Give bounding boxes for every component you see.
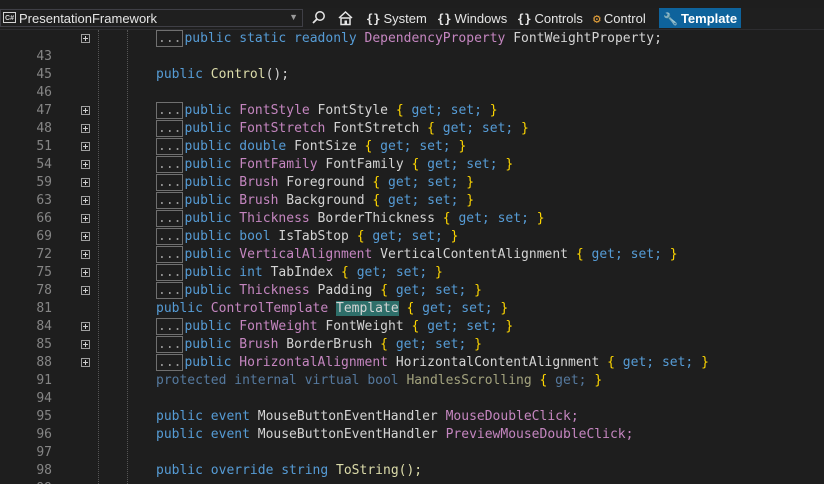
highlighted-symbol: Template	[336, 301, 399, 316]
code-text: public ControlTemplate Template { get; s…	[156, 301, 509, 316]
code-text: ... public FontFamily FontFamily { get; s…	[156, 156, 514, 173]
code-text: ... public Thickness Padding { get; set; …	[156, 282, 482, 299]
code-line: 48 ... public FontStyle FontStyle { get; …	[0, 102, 824, 136]
expand-icon[interactable]	[81, 286, 90, 295]
code-line: 45	[0, 48, 824, 82]
code-line: 69 ... public Thickness BorderThickness {…	[0, 210, 824, 244]
code-line: 85 ... public FontWeight FontWeight { get…	[0, 318, 824, 352]
collapsed-region[interactable]: ...	[156, 174, 184, 191]
project-dropdown[interactable]: C# PresentationFramework ▼	[0, 9, 303, 27]
expand-icon[interactable]	[81, 268, 90, 277]
code-line: 99 public override string ToString();	[0, 462, 824, 484]
breadcrumb-system[interactable]: {} System	[366, 9, 427, 28]
collapsed-region[interactable]: ...	[156, 210, 184, 227]
collapsed-region[interactable]: ...	[156, 282, 184, 299]
code-text: ... public HorizontalAlignment Horizontal…	[156, 354, 709, 371]
code-text: protected internal virtual bool HandlesS…	[156, 373, 603, 388]
code-text: public event MouseButtonEventHandler Mou…	[156, 409, 579, 424]
code-line: 88 ... public Brush BorderBrush { get; se…	[0, 336, 824, 370]
code-text: ... public FontWeight FontWeight { get; s…	[156, 318, 514, 335]
code-text: ... public Brush Background { get; set; }	[156, 192, 475, 209]
breadcrumb-controls[interactable]: {} Controls	[517, 9, 583, 28]
search-icon[interactable]	[311, 9, 327, 28]
collapsed-region[interactable]: ...	[156, 120, 184, 137]
code-text: ... public Thickness BorderThickness { ge…	[156, 210, 545, 227]
project-name: PresentationFramework	[19, 11, 157, 26]
code-text: ... public bool IsTabStop { get; set; }	[156, 228, 459, 245]
namespace-icon: {}	[517, 12, 532, 26]
code-text: public event MouseButtonEventHandler Pre…	[156, 427, 634, 442]
collapsed-region[interactable]: ...	[156, 354, 184, 371]
code-line: 59 ... public FontFamily FontFamily { get…	[0, 156, 824, 190]
collapsed-region[interactable]: ...	[156, 102, 184, 119]
code-line: 75 ... public VerticalAlignment VerticalC…	[0, 246, 824, 280]
collapsed-region[interactable]: ...	[156, 246, 184, 263]
code-text: ... public FontStyle FontStyle { get; set…	[156, 102, 498, 119]
code-text: ... public Brush BorderBrush { get; set; …	[156, 336, 482, 353]
code-line: 43 ... public static readonly DependencyP…	[0, 30, 824, 64]
breadcrumb-windows[interactable]: {} Windows	[437, 9, 507, 28]
class-icon: ⚙	[593, 12, 601, 27]
collapsed-region[interactable]: ...	[156, 192, 184, 209]
code-line: 72 ... public bool IsTabStop { get; set; …	[0, 228, 824, 262]
code-line: 84 public ControlTemplate Template { get…	[0, 300, 824, 334]
code-line: 47	[0, 84, 824, 118]
code-line: 78 ... public int TabIndex { get; set; }	[0, 264, 824, 298]
code-line: 98	[0, 444, 824, 478]
expand-icon[interactable]	[81, 340, 90, 349]
collapsed-region[interactable]: ...	[156, 336, 184, 353]
expand-icon[interactable]	[81, 358, 90, 367]
breadcrumb-template[interactable]: 🔧 Template	[659, 8, 742, 28]
wrench-icon: 🔧	[663, 12, 678, 26]
csharp-project-icon: C#	[3, 12, 16, 23]
collapsed-region[interactable]: ...	[156, 264, 184, 281]
expand-icon[interactable]	[81, 196, 90, 205]
home-icon[interactable]	[337, 9, 354, 28]
chevron-down-icon[interactable]: ▼	[289, 12, 298, 22]
expand-icon[interactable]	[81, 178, 90, 187]
expand-icon[interactable]	[81, 322, 90, 331]
collapsed-region[interactable]: ...	[156, 156, 184, 173]
code-line: 94 protected internal virtual bool Handl…	[0, 372, 824, 406]
code-line: 91 ... public HorizontalAlignment Horizon…	[0, 354, 824, 388]
code-text: ... public static readonly DependencyProp…	[156, 30, 662, 47]
code-text: ... public double FontSize { get; set; }	[156, 138, 467, 155]
code-line: 66 ... public Brush Background { get; set…	[0, 192, 824, 226]
code-text: ... public VerticalAlignment VerticalCont…	[156, 246, 678, 263]
expand-icon[interactable]	[81, 34, 90, 43]
code-line: 63 ... public Brush Foreground { get; set…	[0, 174, 824, 208]
code-line: 97 public event MouseButtonEventHandler …	[0, 426, 824, 460]
code-text: ... public int TabIndex { get; set; }	[156, 264, 443, 281]
collapsed-region[interactable]: ...	[156, 138, 184, 155]
code-line: 95	[0, 390, 824, 424]
navigation-bar: C# PresentationFramework ▼ {} System {} Wi…	[0, 8, 824, 30]
code-text: ... public Brush Foreground { get; set; }	[156, 174, 475, 191]
expand-icon[interactable]	[81, 250, 90, 259]
collapsed-region[interactable]: ...	[156, 30, 184, 47]
namespace-icon: {}	[366, 12, 381, 26]
collapsed-region[interactable]: ...	[156, 228, 184, 245]
code-text: public override string ToString();	[156, 463, 423, 478]
line-number: 99	[0, 480, 52, 484]
code-line: 96 public event MouseButtonEventHandler …	[0, 408, 824, 442]
expand-icon[interactable]	[81, 214, 90, 223]
breadcrumb-control[interactable]: ⚙ Control	[593, 9, 646, 28]
expand-icon[interactable]	[81, 232, 90, 241]
expand-icon[interactable]	[81, 142, 90, 151]
code-line: 46 public Control();	[0, 66, 824, 100]
code-line: 81 ... public Thickness Padding { get; se…	[0, 282, 824, 316]
expand-icon[interactable]	[81, 124, 90, 133]
collapsed-region[interactable]: ...	[156, 318, 184, 335]
code-line: 54 ... public double FontSize { get; set;…	[0, 138, 824, 172]
code-line: 51 ... public FontStretch FontStretch { g…	[0, 120, 824, 154]
window-top-edge	[0, 0, 824, 6]
expand-icon[interactable]	[81, 106, 90, 115]
expand-icon[interactable]	[81, 160, 90, 169]
code-editor[interactable]: 43 ... public static readonly DependencyP…	[0, 30, 824, 484]
namespace-icon: {}	[437, 12, 452, 26]
code-text: public Control();	[156, 67, 290, 82]
code-text: ... public FontStretch FontStretch { get;…	[156, 120, 529, 137]
